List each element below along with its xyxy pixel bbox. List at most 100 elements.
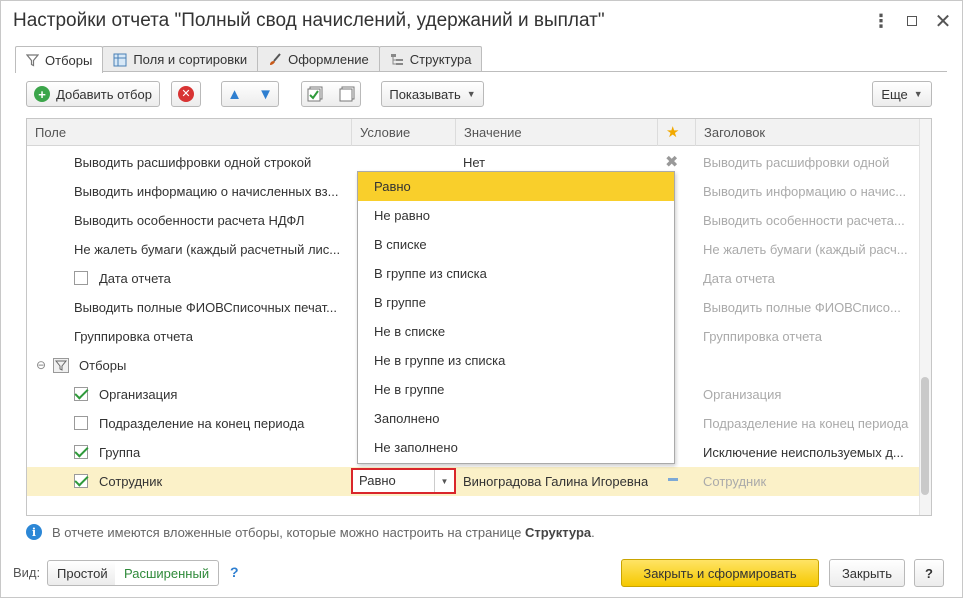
info-end: . xyxy=(591,524,595,540)
header-title[interactable]: Заголовок xyxy=(695,119,919,146)
row-title: Группировка отчета xyxy=(703,329,822,344)
uncheck-all-icon[interactable] xyxy=(339,86,355,102)
scrollbar-thumb[interactable] xyxy=(921,377,929,495)
chevron-down-icon: ▼ xyxy=(466,89,476,99)
tab-structure[interactable]: Структура xyxy=(378,46,483,72)
table-header: Поле Условие Значение ★ Заголовок xyxy=(27,119,919,146)
row-title: Организация xyxy=(703,387,782,402)
close-window-button[interactable]: ✕ xyxy=(931,9,955,33)
row-title: Не жалеть бумаги (каждый расч... xyxy=(703,242,908,257)
row-title: Исключение неиспользуемых д... xyxy=(703,445,904,460)
row-value[interactable]: Виноградова Галина Игоревна xyxy=(463,467,648,496)
header-field[interactable]: Поле xyxy=(27,119,351,146)
row-title: Выводить расшифровки одной xyxy=(703,155,890,170)
close-and-generate-button[interactable]: Закрыть и сформировать xyxy=(621,559,819,587)
row-field: Сотрудник xyxy=(99,474,163,489)
tab-filters[interactable]: Отборы xyxy=(15,46,104,73)
view-extended-button[interactable]: Расширенный xyxy=(115,560,220,586)
funnel-icon xyxy=(26,53,39,66)
minus-icon xyxy=(668,478,678,481)
more-vertical-icon[interactable]: ⋮ xyxy=(869,9,893,33)
row-checkbox[interactable] xyxy=(74,387,88,401)
dropdown-option[interactable]: В группе из списка xyxy=(358,259,674,288)
row-checkbox[interactable] xyxy=(74,416,88,430)
row-checkbox[interactable] xyxy=(74,445,88,459)
row-field: Выводить особенности расчета НДФЛ xyxy=(74,213,305,228)
row-field: Организация xyxy=(99,387,178,402)
show-label: Показывать xyxy=(389,86,461,102)
show-dropdown-button[interactable]: Показывать ▼ xyxy=(381,81,484,107)
close-button[interactable]: Закрыть xyxy=(829,559,905,587)
tab-bar: Отборы Поля и сортировки Оформление Стру… xyxy=(15,46,483,73)
view-simple-button[interactable]: Простой xyxy=(47,560,118,586)
row-field: Выводить полные ФИОВСписочных печат... xyxy=(74,300,338,315)
dropdown-option[interactable]: Заполнено xyxy=(358,404,674,433)
dropdown-option[interactable]: Равно xyxy=(358,172,674,201)
row-field: Дата отчета xyxy=(99,271,171,286)
row-field: Группа xyxy=(99,445,141,460)
maximize-button[interactable] xyxy=(900,9,924,33)
check-all-icon[interactable] xyxy=(307,86,323,102)
info-text: В отчете имеются вложенные отборы, котор… xyxy=(52,524,522,540)
row-field: Подразделение на конец периода xyxy=(99,416,305,431)
condition-value: Равно xyxy=(359,473,396,488)
row-title: Выводить информацию о начис... xyxy=(703,184,907,199)
arrow-up-icon[interactable]: ▲ xyxy=(227,86,242,103)
help-link[interactable]: ? xyxy=(230,564,239,580)
structure-link[interactable]: Структура xyxy=(525,525,591,540)
add-filter-button[interactable]: + Добавить отбор xyxy=(26,81,160,107)
condition-dropdown: Равно Не равно В списке В группе из спис… xyxy=(357,171,675,464)
row-title: Сотрудник xyxy=(703,474,767,489)
chevron-down-icon[interactable]: ▼ xyxy=(434,470,454,492)
row-field: Выводить информацию о начисленных вз... xyxy=(74,184,339,199)
tree-icon xyxy=(390,53,403,65)
row-checkbox[interactable] xyxy=(74,271,88,285)
dropdown-option[interactable]: Не в списке xyxy=(358,317,674,346)
header-value[interactable]: Значение xyxy=(455,119,657,146)
row-title: Выводить особенности расчета... xyxy=(703,213,905,228)
tab-divider xyxy=(15,71,947,72)
help-button[interactable]: ? xyxy=(914,559,944,587)
row-field: Отборы xyxy=(79,358,127,373)
dropdown-option[interactable]: Не заполнено xyxy=(358,433,674,462)
row-title: Дата отчета xyxy=(703,271,775,286)
collapse-icon[interactable]: ⊖ xyxy=(36,351,46,380)
move-buttons: ▲ ▼ xyxy=(221,81,279,107)
tab-label: Структура xyxy=(409,52,472,67)
table-icon xyxy=(113,53,127,66)
window-title: Настройки отчета "Полный свод начислений… xyxy=(13,10,605,31)
delete-button[interactable]: ✕ xyxy=(171,81,201,107)
header-condition[interactable]: Условие xyxy=(351,119,455,146)
tab-label: Оформление xyxy=(288,52,369,67)
tab-fields-sorting[interactable]: Поля и сортировки xyxy=(102,46,259,72)
row-field: Не жалеть бумаги (каждый расчетный лис..… xyxy=(74,242,341,257)
table-row-selected[interactable]: Сотрудник Виноградова Галина Игоревна Со… xyxy=(27,467,919,496)
view-label: Вид: xyxy=(13,565,41,580)
dropdown-option[interactable]: В списке xyxy=(358,230,674,259)
dropdown-option[interactable]: Не равно xyxy=(358,201,674,230)
row-title: Подразделение на конец периода xyxy=(703,416,909,431)
row-checkbox[interactable] xyxy=(74,474,88,488)
dropdown-option[interactable]: В группе xyxy=(358,288,674,317)
more-button[interactable]: Еще ▼ xyxy=(872,81,932,107)
check-buttons xyxy=(301,81,361,107)
star-icon[interactable]: ★ xyxy=(657,119,695,146)
delete-icon: ✕ xyxy=(178,86,194,102)
tab-label: Поля и сортировки xyxy=(133,52,248,67)
condition-select[interactable]: Равно ▼ xyxy=(351,468,456,494)
info-icon: i xyxy=(26,524,42,540)
add-filter-label: Добавить отбор xyxy=(56,86,152,102)
plus-icon: + xyxy=(34,86,51,102)
row-field: Выводить расшифровки одной строкой xyxy=(74,155,312,170)
dropdown-option[interactable]: Не в группе xyxy=(358,375,674,404)
brush-icon xyxy=(270,52,281,65)
tab-appearance[interactable]: Оформление xyxy=(257,46,380,72)
row-field: Группировка отчета xyxy=(74,329,193,344)
arrow-down-icon[interactable]: ▼ xyxy=(258,86,273,103)
dropdown-option[interactable]: Не в группе из списка xyxy=(358,346,674,375)
tab-label: Отборы xyxy=(45,52,93,68)
filter-group-icon xyxy=(53,358,69,373)
maximize-icon xyxy=(907,16,917,26)
settings-window: Настройки отчета "Полный свод начислений… xyxy=(0,0,963,598)
chevron-down-icon: ▼ xyxy=(913,89,923,99)
